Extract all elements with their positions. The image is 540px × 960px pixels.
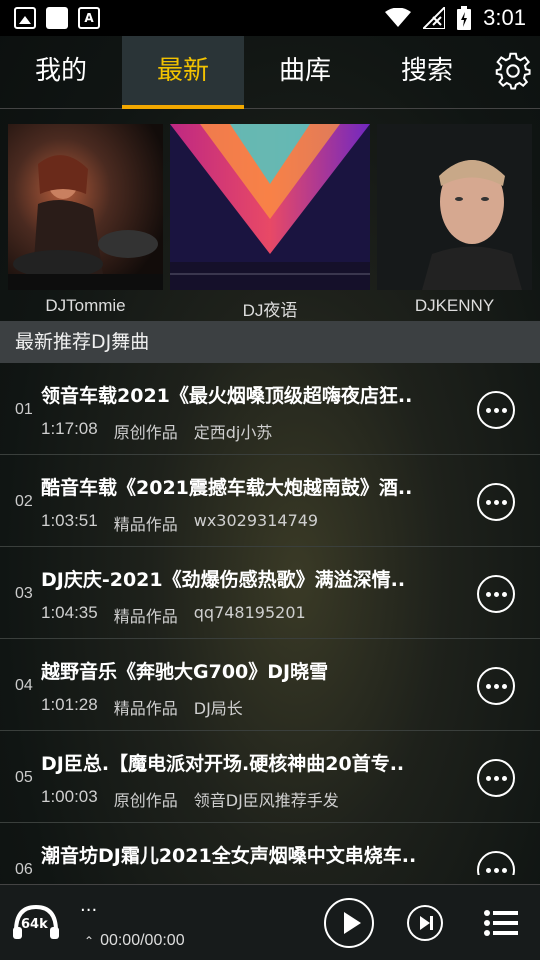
- top-tab-bar: 我的 最新 曲库 搜索: [0, 36, 540, 109]
- song-row[interactable]: 01 领音车载2021《最火烟嗓顶级超嗨夜店狂.. 1:17:08 原创作品 定…: [0, 363, 540, 455]
- song-number: 02: [15, 493, 33, 510]
- card-label: DJ夜语: [242, 301, 298, 320]
- song-row[interactable]: 02 酷音车载《2021震撼车载大炮越南鼓》酒.. 1:03:51 精品作品 w…: [0, 455, 540, 547]
- song-duration: 1:01:28: [41, 695, 98, 714]
- song-duration: 1:00:03: [41, 787, 98, 806]
- song-title: DJ臣总.【魔电派对开场.硬核神曲20首专..: [41, 753, 405, 775]
- song-meta: 1:03:51 精品作品 wx3029314749: [41, 511, 318, 535]
- featured-dj-card[interactable]: DJTommie: [8, 124, 163, 320]
- image-icon: [14, 7, 36, 29]
- song-author: 定西dj小苏: [193, 423, 273, 442]
- signal-icon: [423, 7, 446, 29]
- more-options-icon[interactable]: [477, 851, 515, 875]
- next-track-button[interactable]: [407, 905, 443, 941]
- play-button[interactable]: [324, 898, 374, 948]
- dj-cover-art: [170, 124, 370, 290]
- status-right: 3:01: [385, 5, 526, 31]
- song-row[interactable]: 05 DJ臣总.【魔电派对开场.硬核神曲20首专.. 1:00:03 原创作品 …: [0, 731, 540, 823]
- dj-photo: [377, 124, 532, 290]
- featured-dj-card[interactable]: DJKENNY: [377, 124, 532, 320]
- mini-player: 64k ... ⌃ 00:00/00:00: [0, 884, 540, 960]
- song-author: wx3029314749: [193, 511, 319, 530]
- status-bar: A 3:01: [0, 0, 540, 36]
- song-meta: 1:17:08 原创作品 定西dj小苏: [41, 419, 272, 443]
- more-options-icon[interactable]: [477, 483, 515, 521]
- tab-search[interactable]: 搜索: [366, 36, 488, 109]
- more-options-icon[interactable]: [477, 391, 515, 429]
- song-row[interactable]: 04 越野音乐《奔驰大G700》DJ晓雪 1:01:28 精品作品 DJ局长: [0, 639, 540, 731]
- song-author: DJ局长: [193, 699, 243, 718]
- clock: 3:01: [483, 5, 526, 30]
- song-category: 原创作品: [113, 423, 178, 442]
- song-number: 03: [15, 585, 33, 602]
- section-title: 最新推荐DJ舞曲: [0, 321, 540, 363]
- song-title: 越野音乐《奔驰大G700》DJ晓雪: [41, 661, 329, 683]
- song-number: 01: [15, 401, 33, 418]
- font-app-icon: A: [78, 7, 100, 29]
- song-duration: 1:04:35: [41, 603, 98, 622]
- quality-label: 64k: [21, 917, 48, 932]
- dj-photo: [8, 124, 163, 290]
- song-meta: 1:04:35 精品作品 qq748195201: [41, 603, 306, 627]
- song-category: 精品作品: [113, 699, 178, 718]
- wifi-icon: [385, 8, 412, 27]
- song-title: DJ庆庆-2021《劲爆伤感热歌》满溢深情..: [41, 569, 406, 591]
- expand-up-icon[interactable]: ⌃: [84, 934, 94, 948]
- song-meta: 1:01:28 精品作品 DJ局长: [41, 695, 243, 719]
- song-duration: 1:17:08: [41, 419, 98, 438]
- song-author: qq748195201: [193, 603, 306, 622]
- more-options-icon[interactable]: [477, 575, 515, 613]
- time-text: 00:00/00:00: [100, 932, 185, 949]
- playlist-icon[interactable]: [484, 909, 518, 937]
- song-category: 原创作品: [113, 791, 178, 810]
- song-category: 精品作品: [113, 515, 178, 534]
- song-meta: 1:00:03 原创作品 领音DJ臣风推荐手发: [41, 787, 339, 811]
- song-number: 05: [15, 769, 33, 786]
- song-title: 领音车载2021《最火烟嗓顶级超嗨夜店狂..: [41, 385, 413, 407]
- song-number: 04: [15, 677, 33, 694]
- more-options-icon[interactable]: [477, 667, 515, 705]
- card-label: DJKENNY: [414, 296, 495, 315]
- song-duration: 1:03:51: [41, 511, 98, 530]
- tab-latest[interactable]: 最新: [122, 36, 244, 109]
- tab-mine[interactable]: 我的: [0, 36, 122, 109]
- song-row[interactable]: 03 DJ庆庆-2021《劲爆伤感热歌》满溢深情.. 1:04:35 精品作品 …: [0, 547, 540, 639]
- song-title: 酷音车载《2021震撼车载大炮越南鼓》酒..: [41, 477, 413, 499]
- tab-library[interactable]: 曲库: [244, 36, 366, 109]
- now-playing-title[interactable]: ...: [80, 895, 97, 916]
- more-options-icon[interactable]: [477, 759, 515, 797]
- song-list: 01 领音车载2021《最火烟嗓顶级超嗨夜店狂.. 1:17:08 原创作品 定…: [0, 363, 540, 875]
- song-category: 精品作品: [113, 607, 178, 626]
- song-author: 领音DJ臣风推荐手发: [193, 791, 339, 810]
- gear-icon[interactable]: [494, 52, 532, 90]
- playback-time: ⌃ 00:00/00:00: [84, 932, 185, 950]
- song-number: 06: [15, 861, 33, 875]
- status-left: A: [14, 7, 100, 29]
- battery-charging-icon: [457, 6, 472, 30]
- featured-dj-card[interactable]: DJ夜语: [170, 124, 370, 320]
- card-label: DJTommie: [45, 296, 126, 315]
- featured-dj-carousel: DJTommie DJ夜语 DJKENNY: [0, 124, 540, 320]
- notification-square-icon: [46, 7, 68, 29]
- song-title: 潮音坊DJ霜儿2021全女声烟嗓中文串烧车..: [41, 845, 417, 867]
- song-row[interactable]: 06 潮音坊DJ霜儿2021全女声烟嗓中文串烧车..: [0, 823, 540, 875]
